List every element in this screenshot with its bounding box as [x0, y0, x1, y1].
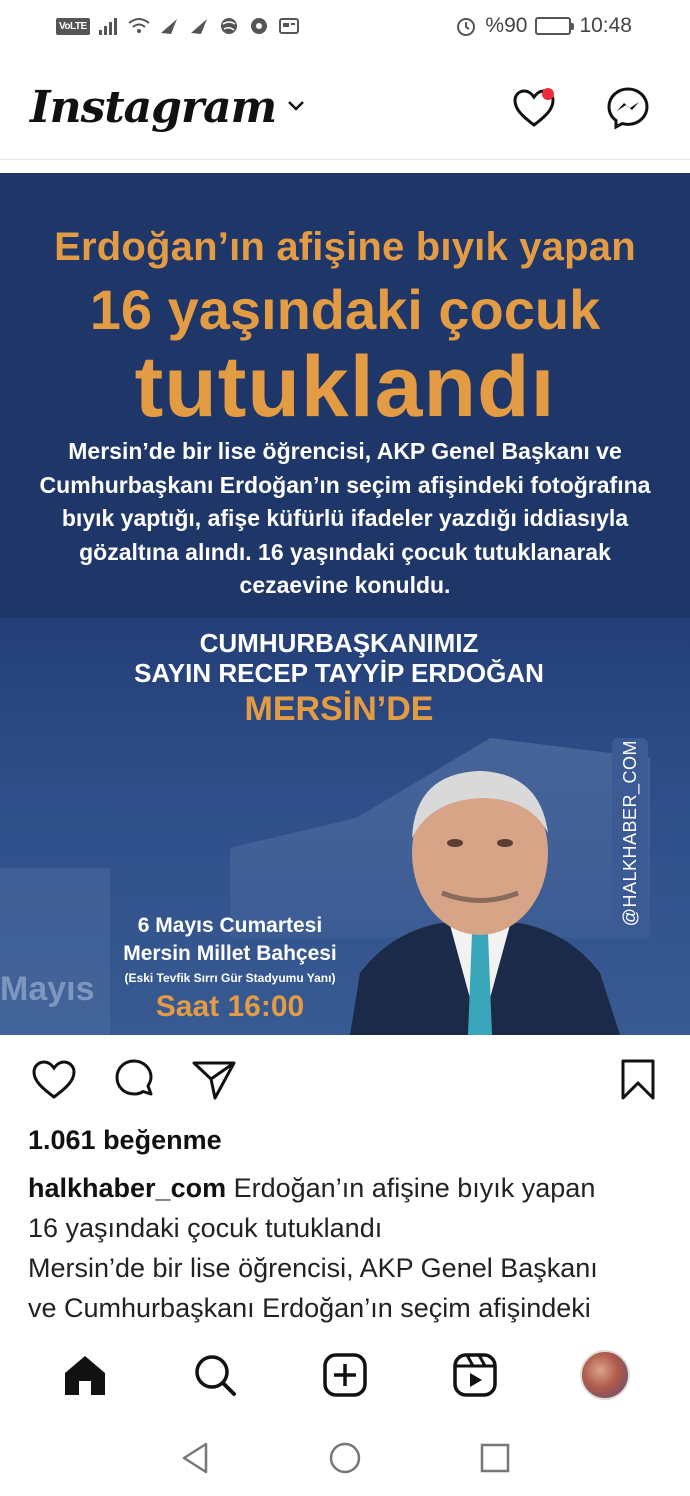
- watermark-text: @HALKHABER_COM: [619, 739, 640, 927]
- send-notification-icon: [158, 15, 180, 37]
- messenger-button[interactable]: [604, 84, 652, 132]
- faded-text: Mayıs: [0, 970, 95, 1008]
- event-note: (Eski Tevfik Sırrı Gür Stadyumu Yanı): [124, 971, 336, 985]
- poster-left-panel: [0, 868, 110, 1035]
- battery-icon: [535, 17, 575, 35]
- create-icon: [323, 1353, 367, 1397]
- caption-username[interactable]: halkhaber_com: [28, 1173, 226, 1203]
- home-circle-icon: [329, 1442, 361, 1474]
- signal-icon: [98, 15, 120, 37]
- activity-button[interactable]: [510, 84, 558, 132]
- post-headline-area: Erdoğan’ın afişine bıyık yapan 16 yaşınd…: [0, 173, 690, 618]
- event-place: Mersin Millet Bahçesi: [123, 942, 337, 965]
- notification-dot: [542, 87, 554, 100]
- headline-line-3: tutuklandı: [134, 339, 556, 435]
- clock: 10:48: [579, 14, 632, 37]
- caption-line-4: ve Cumhurbaşkanı Erdoğan’ın seçim afişin…: [28, 1293, 591, 1323]
- alarm-icon: [455, 15, 477, 37]
- poster-line-1: CUMHURBAŞKANIMIZ: [199, 628, 479, 658]
- wifi-icon: [128, 15, 150, 37]
- poster-line-3: MERSİN’DE: [244, 690, 434, 728]
- recents-icon: [480, 1443, 510, 1473]
- caption-line-3: Mersin’de bir lise öğrencisi, AKP Genel …: [28, 1253, 598, 1283]
- comment-button[interactable]: [108, 1054, 160, 1106]
- poster-line-2: SAYIN RECEP TAYYİP ERDOĞAN: [134, 658, 544, 688]
- volte-badge: VoLTE: [56, 17, 90, 35]
- post-caption[interactable]: halkhaber_com Erdoğan’ın afişine bıyık y…: [28, 1168, 678, 1328]
- reels-icon: [453, 1353, 497, 1397]
- nav-profile[interactable]: [575, 1345, 635, 1405]
- caption-text-1: Erdoğan’ın afişine bıyık yapan: [233, 1173, 596, 1203]
- app-header: Instagram: [0, 56, 690, 160]
- portrait-image: [350, 771, 620, 1035]
- event-date: 6 Mayıs Cumartesi: [137, 914, 323, 937]
- event-time: Saat 16:00: [155, 990, 305, 1023]
- system-recents-button[interactable]: [470, 1433, 520, 1483]
- globe-icon: [218, 15, 240, 37]
- event-details: 6 Mayıs Cumartesi Mersin Millet Bahçesi …: [100, 912, 360, 1026]
- home-icon: [65, 1356, 105, 1395]
- back-icon: [182, 1442, 208, 1474]
- battery-percent: %90: [485, 14, 528, 37]
- like-heart-icon: [32, 1060, 76, 1099]
- post-image[interactable]: Erdoğan’ın afişine bıyık yapan 16 yaşınd…: [0, 173, 690, 1035]
- nav-home[interactable]: [55, 1345, 115, 1405]
- status-left: VoLTE: [56, 15, 300, 37]
- like-count[interactable]: 1.061 beğenme: [28, 1125, 222, 1156]
- header-actions: [510, 84, 652, 132]
- status-bar: VoLTE %90 10:48: [0, 0, 690, 52]
- caption-line-1: halkhaber_com Erdoğan’ın afişine bıyık y…: [28, 1168, 678, 1208]
- news-icon: [278, 15, 300, 37]
- headline-line-1: Erdoğan’ın afişine bıyık yapan: [54, 225, 636, 269]
- nav-create[interactable]: [315, 1345, 375, 1405]
- save-button[interactable]: [612, 1054, 664, 1106]
- post-summary: Mersin’de bir lise öğrencisi, AKP Genel …: [39, 438, 651, 598]
- comment-icon: [115, 1059, 153, 1096]
- post-actions: [0, 1045, 690, 1115]
- campaign-poster: Mayıs CUMHURBAŞKANIMIZ SAYIN RECEP TAYYİ…: [0, 618, 690, 1035]
- share-icon: [192, 1061, 236, 1100]
- chevron-down-icon: [286, 98, 306, 117]
- share-button[interactable]: [188, 1054, 240, 1106]
- system-back-button[interactable]: [170, 1433, 220, 1483]
- account-switcher[interactable]: Instagram: [30, 82, 306, 133]
- like-button[interactable]: [28, 1054, 80, 1106]
- system-navigation: [0, 1420, 690, 1496]
- bookmark-icon: [621, 1059, 655, 1100]
- system-home-button[interactable]: [320, 1433, 370, 1483]
- status-right: %90 10:48: [455, 14, 632, 38]
- messenger-icon: [607, 86, 649, 130]
- headline-line-2: 16 yaşındaki çocuk: [89, 278, 601, 341]
- profile-avatar: [580, 1350, 630, 1400]
- nav-search[interactable]: [185, 1345, 245, 1405]
- caption-line-2: 16 yaşındaki çocuk tutuklandı: [28, 1213, 383, 1243]
- search-icon: [195, 1355, 236, 1396]
- nav-reels[interactable]: [445, 1345, 505, 1405]
- watermark: @HALKHABER_COM: [612, 738, 648, 928]
- instagram-logo: Instagram: [30, 82, 277, 133]
- send-notification-icon-2: [188, 15, 210, 37]
- bottom-navigation: [0, 1340, 690, 1410]
- app-notification-icon: [248, 15, 270, 37]
